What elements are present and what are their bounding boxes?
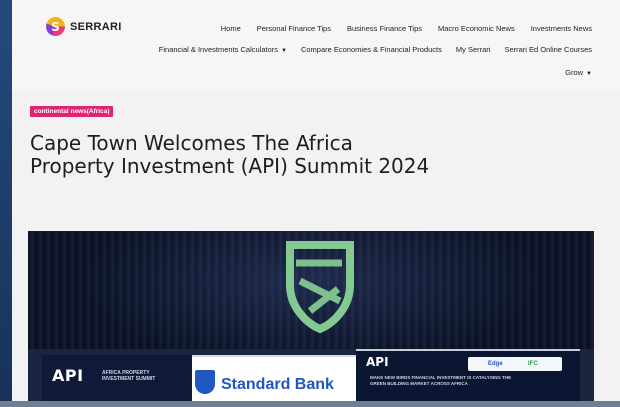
webpage: SERRARI Home Personal Finance Tips Busin… [12,0,620,401]
chip-right-label: IFC [528,361,538,367]
category-badge[interactable]: continental news(Africa) [30,106,114,117]
tertiary-nav: Grow ▼ [565,68,592,77]
primary-nav: Home Personal Finance Tips Business Fina… [221,24,592,33]
api-badge: API [52,366,84,385]
window-frame-left [0,0,12,407]
site-header: SERRARI Home Personal Finance Tips Busin… [12,0,620,90]
nav-link-grow-label: Grow [565,68,584,77]
article-title: Cape Town Welcomes The Africa Property I… [30,131,430,179]
nav-link-my-serrari[interactable]: My Serrari [456,45,491,54]
nav-link-macro-economic-news[interactable]: Macro Economic News [438,24,515,33]
sponsor-name: Standard Bank [221,376,334,393]
nav-link-business-finance-tips[interactable]: Business Finance Tips [347,24,422,33]
chevron-down-icon: ▼ [586,71,592,77]
nav-link-calculators-label: Financial & Investments Calculators [158,45,278,54]
window-frame-bottom [0,401,620,407]
hero-image: API AFRICA PROPERTY INVESTMENT SUMMIT St… [28,231,594,401]
banner-right-title: API [366,355,389,369]
sponsor-logos-chip: Edge IFC [468,357,562,371]
standard-bank-shield-icon [286,241,354,333]
standard-bank-logo-icon [195,370,215,394]
banner-right-subtitle: MAKE NEW BIRDS FINANCIAL INVESTMENT IS C… [370,375,512,386]
site-logo[interactable]: SERRARI [46,17,122,36]
nav-link-compare-economies[interactable]: Compare Economies & Financial Products [301,45,442,54]
nav-link-investments-news[interactable]: Investments News [531,24,592,33]
chip-left-label: Edge [488,361,503,367]
nav-link-grow[interactable]: Grow ▼ [565,68,592,77]
api-subtitle: AFRICA PROPERTY INVESTMENT SUMMIT [102,370,156,382]
chevron-down-icon: ▼ [281,48,287,54]
nav-link-home[interactable]: Home [221,24,241,33]
logo-text: SERRARI [70,20,122,33]
secondary-nav: Financial & Investments Calculators ▼ Com… [159,45,592,54]
nav-link-calculators[interactable]: Financial & Investments Calculators ▼ [159,45,287,54]
serrari-logo-icon [46,17,65,36]
nav-link-online-courses[interactable]: Serrari Ed Online Courses [504,45,592,54]
nav-link-personal-finance-tips[interactable]: Personal Finance Tips [257,24,331,33]
